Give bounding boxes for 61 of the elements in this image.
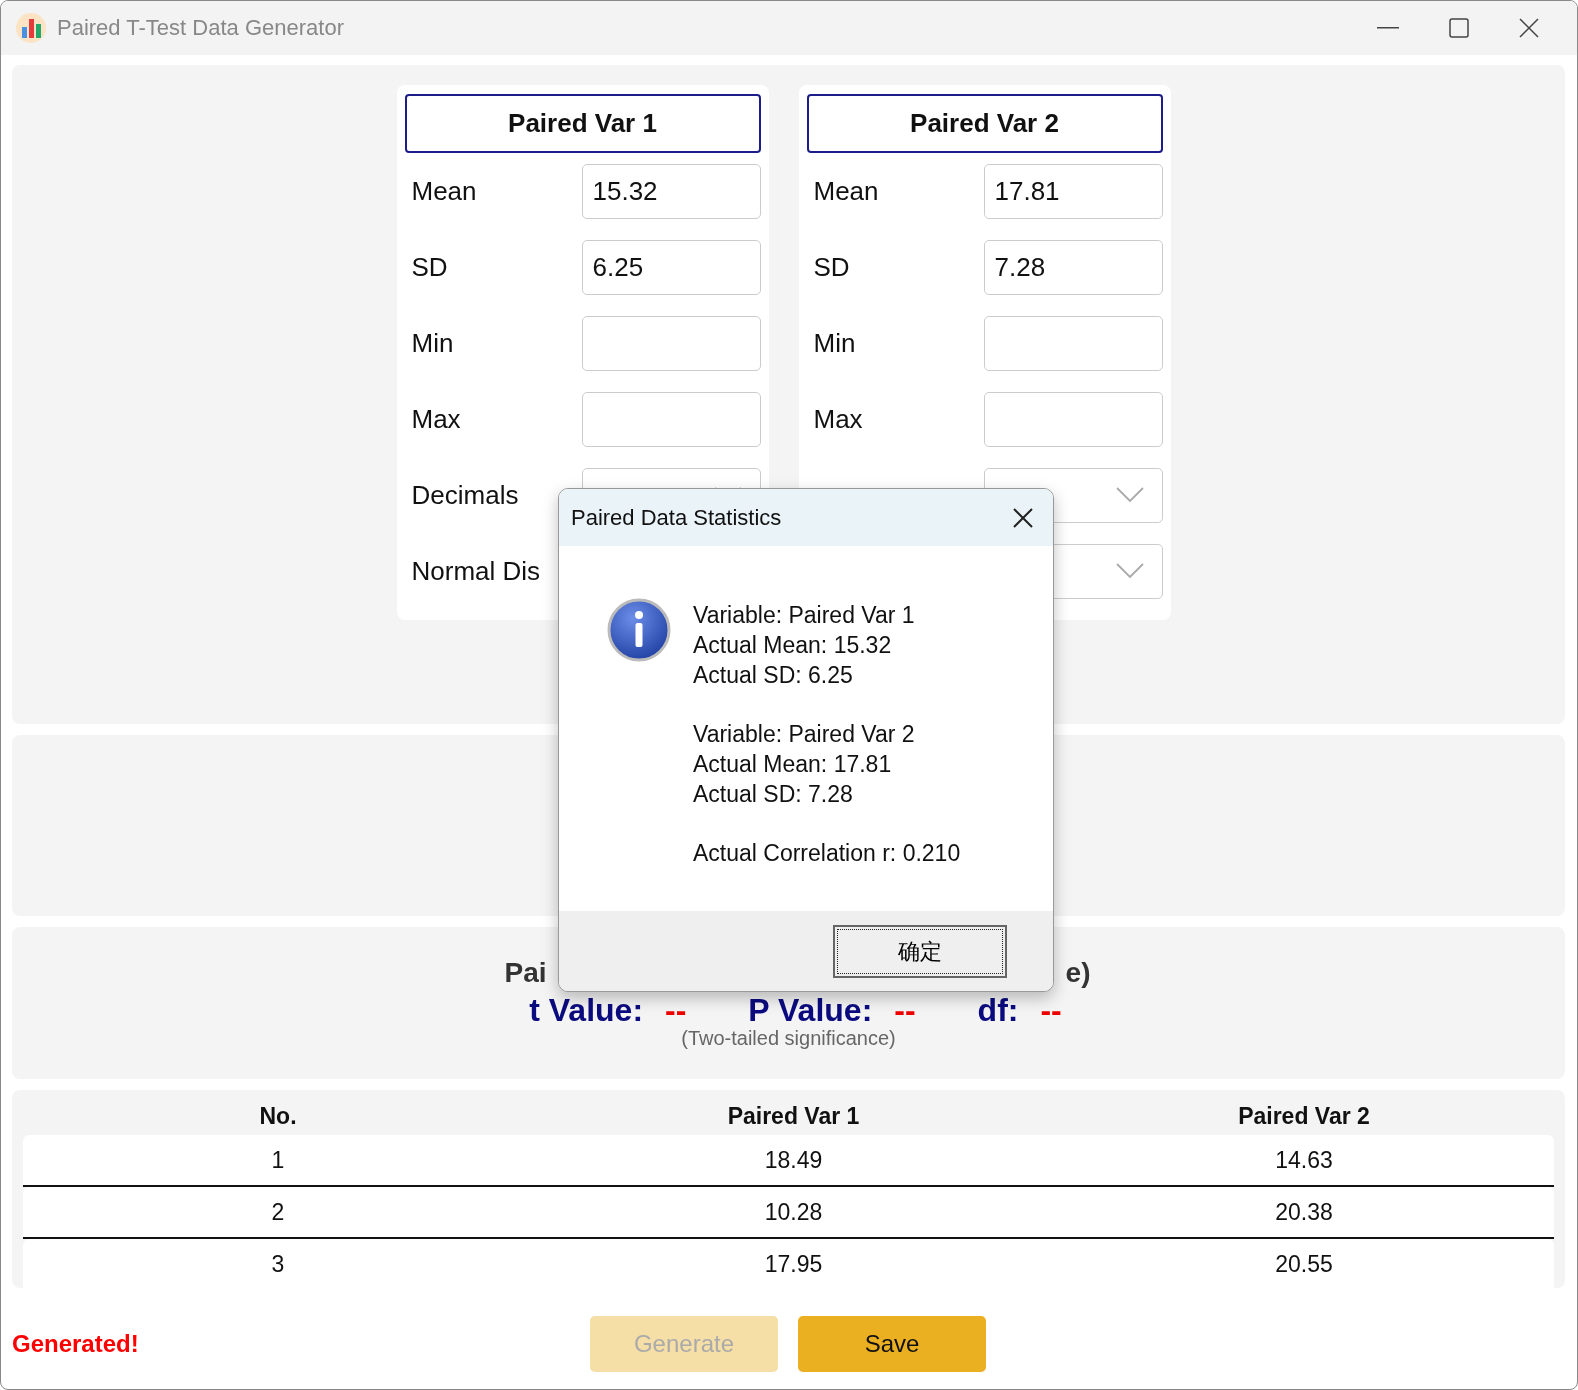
message-line: Actual Mean: 17.81 [693, 750, 893, 779]
dialog-title: Paired Data Statistics [571, 504, 782, 531]
table-cell: 10.28 [764, 1198, 823, 1226]
field-label: Max [411, 403, 461, 435]
input-field[interactable]: 17.81 [983, 163, 1163, 219]
column-header: No. [259, 1102, 297, 1130]
table-cell: 1 [271, 1146, 285, 1174]
field-label: Decimals [411, 479, 519, 511]
stat-value: -- [1040, 993, 1062, 1027]
table-cell: 2 [271, 1198, 285, 1226]
maximize-icon[interactable] [1449, 18, 1469, 38]
field-label: SD [813, 251, 850, 283]
input-field[interactable] [581, 315, 761, 371]
table-cell: 14.63 [1275, 1146, 1333, 1174]
column-header: Paired Var 1 [727, 1102, 860, 1130]
chevron-down-icon [1115, 563, 1144, 579]
results-title: Pai [504, 957, 547, 989]
column-header: Paired Var 2 [1238, 1102, 1370, 1130]
field-label: Mean [411, 175, 477, 207]
input-field[interactable] [581, 391, 761, 447]
input-field[interactable]: 6.25 [581, 239, 761, 295]
input-field[interactable]: 15.32 [581, 163, 761, 219]
info-icon [607, 598, 671, 662]
table-cell: 3 [271, 1250, 285, 1278]
table-cell: 20.38 [1275, 1198, 1333, 1226]
ok-button[interactable]: 确定 [833, 925, 1007, 978]
field-label: Mean [813, 175, 879, 207]
variable-header: Paired Var 2 [806, 94, 1163, 153]
message-line: Actual SD: 6.25 [693, 661, 854, 690]
field-label: Max [813, 403, 863, 435]
field-label: Min [813, 327, 856, 359]
stat-label: t Value: [529, 993, 644, 1027]
message-line: Actual SD: 7.28 [693, 780, 854, 809]
action-button[interactable]: Save [798, 1316, 986, 1372]
table-cell: 20.55 [1275, 1250, 1333, 1278]
field-label: Normal Dis [411, 555, 541, 587]
significance-note: (Two-tailed significance) [681, 1027, 896, 1050]
message-line: Actual Correlation r: 0.210 [693, 839, 961, 868]
close-icon[interactable] [1519, 18, 1539, 38]
input-field[interactable] [983, 315, 1163, 371]
minimize-icon[interactable] [1377, 27, 1399, 29]
field-label: SD [411, 251, 448, 283]
chevron-down-icon [1115, 487, 1144, 503]
message-line: Variable: Paired Var 2 [693, 720, 916, 749]
bar-chart-icon [15, 12, 47, 44]
stat-label: df: [977, 993, 1019, 1027]
field-label: Min [411, 327, 454, 359]
message-line: Actual Mean: 15.32 [693, 631, 893, 660]
stat-label: P Value: [748, 993, 873, 1027]
status-message: Generated! [12, 1330, 139, 1358]
table-cell: 18.49 [764, 1146, 823, 1174]
table-cell: 17.95 [764, 1250, 823, 1278]
variable-header: Paired Var 1 [404, 94, 761, 153]
close-icon[interactable] [1013, 507, 1033, 528]
input-field[interactable]: 7.28 [983, 239, 1163, 295]
stat-value: -- [665, 993, 687, 1027]
input-field[interactable] [983, 391, 1163, 447]
results-title: e) [1065, 957, 1091, 989]
window-title: Paired T-Test Data Generator [57, 15, 344, 41]
message-line: Variable: Paired Var 1 [693, 601, 916, 630]
stat-value: -- [894, 993, 916, 1027]
